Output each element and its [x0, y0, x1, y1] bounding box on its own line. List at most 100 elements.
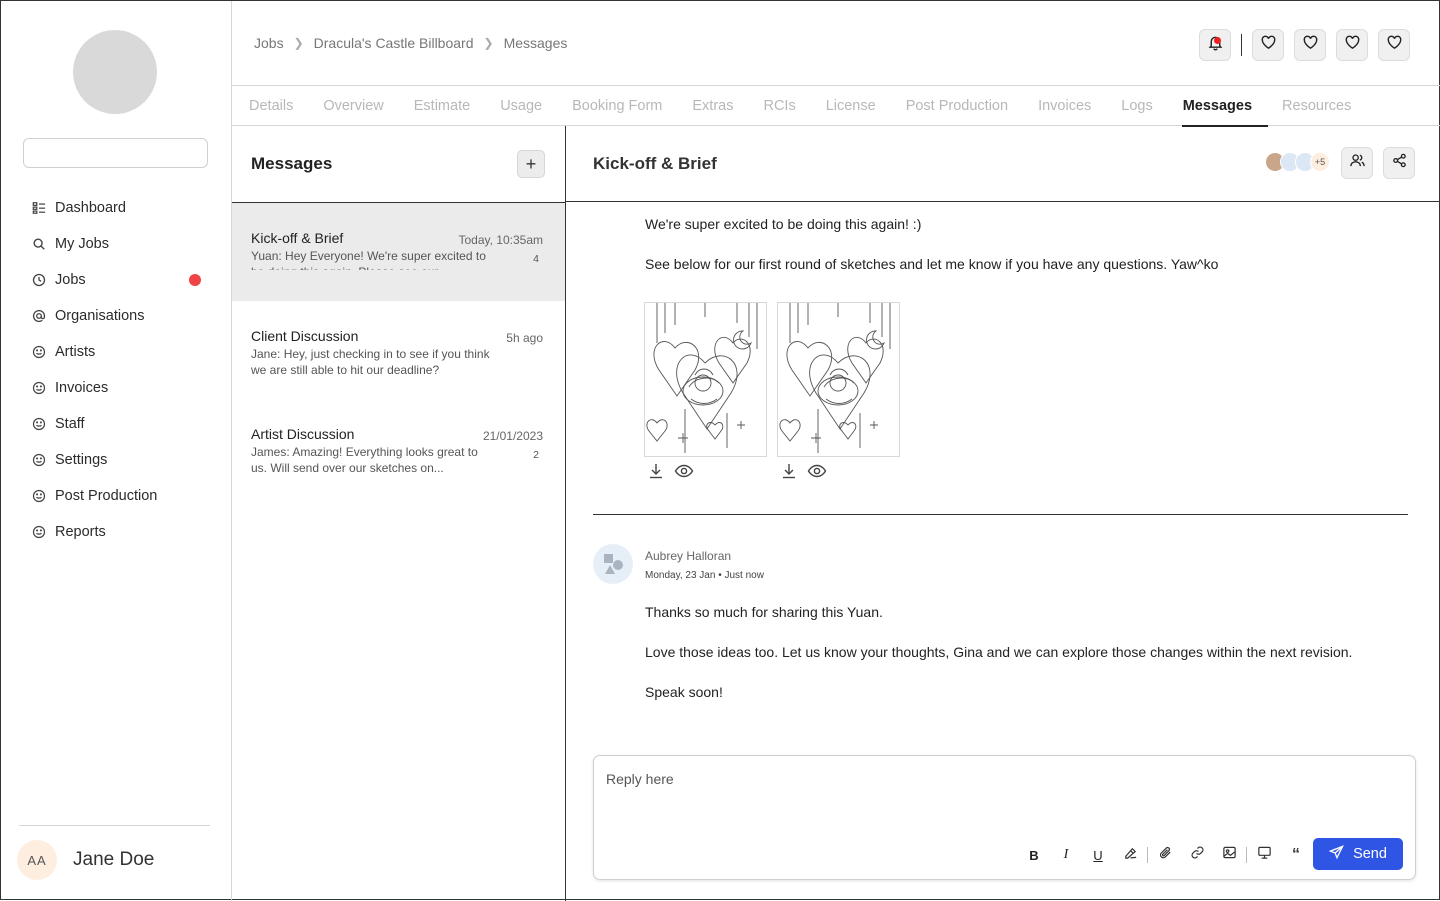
- sidebar-item-my-jobs[interactable]: My Jobs: [23, 226, 213, 262]
- eye-icon[interactable]: [807, 462, 836, 485]
- heart-icon: [1386, 34, 1403, 56]
- sidebar: Dashboard My Jobs Jobs Organisations Art…: [1, 1, 232, 901]
- italic-button[interactable]: I: [1050, 844, 1082, 866]
- tab-logs[interactable]: Logs: [1121, 86, 1152, 126]
- eye-icon[interactable]: [674, 462, 703, 485]
- tab-invoices[interactable]: Invoices: [1038, 86, 1091, 126]
- member-count-badge: +5: [1310, 152, 1330, 172]
- tab-license[interactable]: License: [826, 86, 876, 126]
- sidebar-item-invoices[interactable]: Invoices: [23, 370, 213, 406]
- tab-messages[interactable]: Messages: [1181, 86, 1269, 127]
- tab-extras[interactable]: Extras: [692, 86, 733, 126]
- sketch-illustration: [779, 303, 891, 453]
- sidebar-item-artists[interactable]: Artists: [23, 334, 213, 370]
- reply-input[interactable]: [606, 768, 1206, 790]
- sketch-image-2[interactable]: [777, 302, 900, 457]
- tab-estimate[interactable]: Estimate: [414, 86, 470, 126]
- share-icon: [1391, 152, 1408, 174]
- thread-title: Client Discussion: [251, 328, 359, 344]
- breadcrumb-job[interactable]: Dracula's Castle Billboard: [314, 35, 474, 51]
- thread-time: Today, 10:35am: [458, 233, 544, 247]
- thread-preview: Jane: Hey, just checking in to see if yo…: [251, 347, 490, 377]
- sidebar-item-reports[interactable]: Reports: [23, 514, 213, 550]
- thread-item[interactable]: Kick-off & Brief Today, 10:35am Yuan: He…: [232, 203, 565, 301]
- members-button[interactable]: [1341, 147, 1373, 179]
- sidebar-item-dashboard[interactable]: Dashboard: [23, 190, 213, 226]
- sender-avatar: [593, 544, 633, 584]
- tab-overview[interactable]: Overview: [323, 86, 383, 126]
- sidebar-item-label: Reports: [55, 524, 106, 540]
- users-icon: [1349, 152, 1366, 174]
- new-thread-button[interactable]: +: [517, 150, 545, 178]
- download-icon[interactable]: [780, 462, 807, 485]
- sketch-illustration: [646, 303, 758, 453]
- share-button[interactable]: [1383, 147, 1415, 179]
- toolbar-divider: [1246, 847, 1247, 863]
- message-thread-list: Messages + Kick-off & Brief Today, 10:35…: [232, 126, 566, 901]
- smiley-icon: [31, 380, 47, 396]
- thread-item[interactable]: Artist Discussion 21/01/2023 James: Amaz…: [232, 399, 565, 497]
- favorite-button[interactable]: [1336, 29, 1368, 61]
- tab-details[interactable]: Details: [249, 86, 293, 126]
- link-button[interactable]: [1181, 844, 1213, 866]
- highlight-button[interactable]: [1114, 844, 1146, 866]
- attachment-actions: [780, 462, 836, 485]
- sidebar-item-label: Dashboard: [55, 200, 126, 216]
- search-icon: [31, 236, 47, 252]
- reply-box: B I U “ Send: [593, 755, 1416, 880]
- logo-avatar: [73, 30, 157, 114]
- user-profile[interactable]: AA Jane Doe: [17, 840, 154, 880]
- top-header: Jobs ❯ Dracula's Castle Billboard ❯ Mess…: [232, 1, 1440, 86]
- sketch-image-1[interactable]: [644, 302, 767, 457]
- member-avatars[interactable]: +5: [1265, 152, 1330, 172]
- send-label: Send: [1353, 846, 1387, 862]
- sidebar-item-organisations[interactable]: Organisations: [23, 298, 213, 334]
- paperclip-icon: [1158, 845, 1173, 865]
- tab-post-production[interactable]: Post Production: [906, 86, 1008, 126]
- tab-usage[interactable]: Usage: [500, 86, 542, 126]
- image-button[interactable]: [1213, 844, 1245, 866]
- favorite-button[interactable]: [1294, 29, 1326, 61]
- breadcrumb-jobs[interactable]: Jobs: [254, 35, 284, 51]
- thread-preview: Yuan: Hey Everyone! We're super excited …: [251, 249, 486, 270]
- job-tabs: Details Overview Estimate Usage Booking …: [232, 86, 1440, 127]
- link-icon: [1190, 845, 1205, 865]
- message-text: Speak soon!: [645, 684, 723, 700]
- thread-item[interactable]: Client Discussion 5h ago Jane: Hey, just…: [232, 301, 565, 399]
- embed-button[interactable]: [1248, 844, 1280, 866]
- sidebar-item-settings[interactable]: Settings: [23, 442, 213, 478]
- tab-resources[interactable]: Resources: [1282, 86, 1351, 126]
- attach-button[interactable]: [1149, 844, 1181, 866]
- thread-list-title: Messages: [251, 154, 333, 173]
- send-icon: [1328, 844, 1353, 864]
- sidebar-item-jobs[interactable]: Jobs: [23, 262, 213, 298]
- quote-button[interactable]: “: [1280, 844, 1312, 866]
- heart-icon: [1344, 34, 1361, 56]
- header-divider: [1241, 34, 1242, 56]
- underline-button[interactable]: U: [1082, 844, 1114, 866]
- notifications-button[interactable]: [1199, 29, 1231, 61]
- notification-dot: [189, 274, 201, 286]
- heart-icon: [1260, 34, 1277, 56]
- message-date: Monday, 23 Jan • Just now: [645, 570, 764, 581]
- quote-icon: “: [1292, 846, 1300, 863]
- italic-icon: I: [1063, 847, 1069, 862]
- sidebar-item-staff[interactable]: Staff: [23, 406, 213, 442]
- breadcrumb: Jobs ❯ Dracula's Castle Billboard ❯ Mess…: [254, 35, 567, 51]
- toolbar-divider: [1147, 847, 1148, 863]
- formatting-toolbar: B I U “: [1018, 844, 1312, 866]
- favorite-button[interactable]: [1252, 29, 1284, 61]
- sidebar-item-post-production[interactable]: Post Production: [23, 478, 213, 514]
- tab-booking-form[interactable]: Booking Form: [572, 86, 662, 126]
- sidebar-search-input[interactable]: [23, 138, 208, 168]
- send-button[interactable]: Send: [1313, 838, 1403, 870]
- bold-button[interactable]: B: [1018, 844, 1050, 866]
- download-icon[interactable]: [647, 462, 674, 485]
- smiley-icon: [31, 488, 47, 504]
- sidebar-item-label: Settings: [55, 452, 108, 468]
- header-actions: [1189, 29, 1410, 61]
- conversation-header: Kick-off & Brief +5: [566, 126, 1440, 202]
- tab-rcis[interactable]: RCIs: [763, 86, 795, 126]
- favorite-button[interactable]: [1378, 29, 1410, 61]
- smiley-icon: [31, 524, 47, 540]
